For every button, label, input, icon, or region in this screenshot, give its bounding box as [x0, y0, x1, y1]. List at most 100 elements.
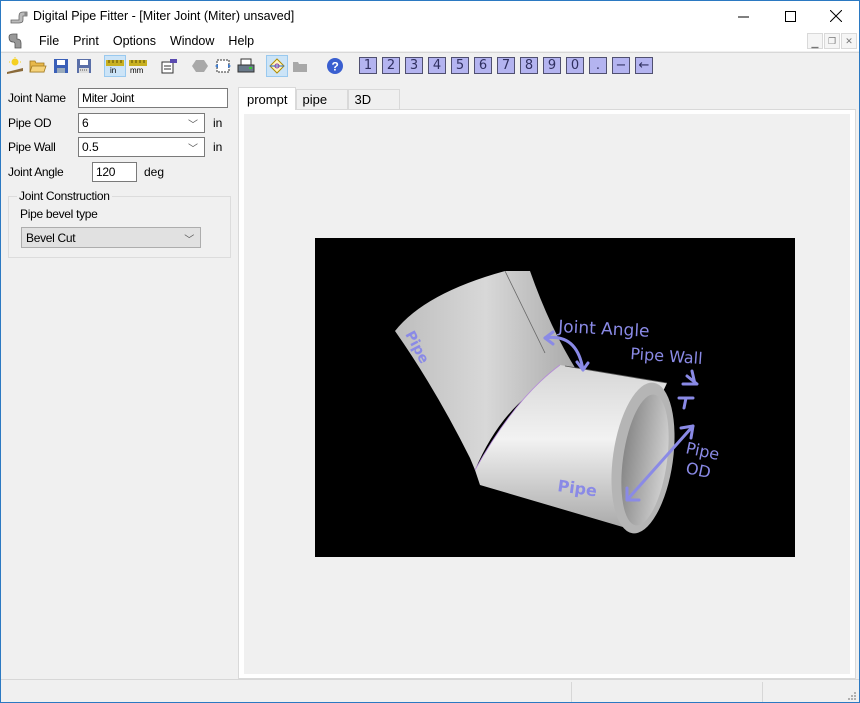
keypad-7-button[interactable]: 7: [497, 57, 515, 74]
status-pane-main: [1, 682, 571, 702]
chevron-down-icon: ﹀: [184, 235, 194, 246]
new-button[interactable]: [4, 55, 26, 77]
tab-prompt[interactable]: prompt: [238, 87, 297, 110]
save-icon: [54, 58, 68, 73]
keypad-2-button[interactable]: 2: [382, 57, 400, 74]
select-region-icon: [215, 59, 231, 72]
select-region-button[interactable]: [212, 55, 234, 77]
help-button[interactable]: ?: [324, 55, 346, 77]
keypad-8-button[interactable]: 8: [520, 57, 538, 74]
window-title: Digital Pipe Fitter - [Miter Joint (Mite…: [33, 9, 295, 23]
joint-view-icon: [269, 57, 285, 74]
status-pane-3: [763, 682, 859, 702]
shape-button: [189, 55, 211, 77]
joint-construction-group: Joint Construction Pipe bevel type Bevel…: [8, 189, 231, 258]
status-pane-2: [572, 682, 762, 702]
pipe-wall-combobox[interactable]: 0.5 ﹀: [78, 137, 205, 157]
mdi-restore-icon: ❐: [827, 35, 837, 46]
joint-angle-text: Joint Angle: [557, 317, 650, 342]
folder-disabled-icon: [293, 61, 307, 72]
pipe-od-value: 6: [82, 116, 89, 130]
keypad-minus-button[interactable]: −: [612, 57, 630, 74]
close-icon: [830, 10, 842, 22]
menu-bar: File Print Options Window Help: [1, 31, 859, 51]
mdi-close-icon: ✕: [845, 35, 853, 46]
joint-view-button[interactable]: [266, 54, 288, 77]
keypad-decimal-button[interactable]: .: [589, 57, 607, 74]
print-icon: [237, 58, 255, 72]
keypad-6-button[interactable]: 6: [474, 57, 492, 74]
joint-name-input[interactable]: Miter Joint: [78, 88, 228, 108]
svg-text:?: ?: [332, 59, 339, 73]
disabled-shape-icon: [192, 59, 208, 72]
print-button[interactable]: [235, 55, 257, 77]
mdi-minimize-icon: ▁: [811, 37, 819, 48]
minimize-icon: [737, 16, 749, 17]
keypad-1-button[interactable]: 1: [359, 57, 377, 74]
open-button[interactable]: [27, 55, 49, 77]
keypad-9-button[interactable]: 9: [543, 57, 561, 74]
joint-angle-label: Joint Angle: [8, 165, 64, 179]
save-as-icon: [77, 58, 91, 73]
svg-text:in: in: [110, 66, 116, 74]
menu-help[interactable]: Help: [221, 34, 261, 48]
resize-grip-icon[interactable]: [847, 691, 857, 701]
inches-units-button[interactable]: in: [104, 54, 126, 77]
tab-pipe[interactable]: pipe: [296, 89, 349, 109]
pipe-wall-text: Pipe Wall: [630, 344, 703, 368]
pipe-wall-value: 0.5: [82, 140, 99, 154]
joint-angle-unit: deg: [144, 165, 165, 179]
pipe-app-icon: [10, 11, 28, 24]
inches-ruler-icon: in: [106, 59, 124, 74]
prompt-canvas: Joint Angle Pipe Wall Pipe OD Pipe Pipe: [244, 114, 850, 674]
save-button[interactable]: [50, 55, 72, 77]
chevron-down-icon: ﹀: [188, 120, 198, 131]
help-icon: ?: [327, 57, 343, 74]
mdi-controls: ▁ ❐ ✕: [807, 33, 857, 49]
maximize-button[interactable]: [767, 1, 813, 31]
svg-text:mm: mm: [130, 66, 144, 74]
app-window: Digital Pipe Fitter - [Miter Joint (Mite…: [0, 0, 860, 703]
mdi-minimize-button[interactable]: ▁: [807, 33, 823, 49]
pipe-wall-unit: in: [213, 140, 223, 154]
millimeters-units-button[interactable]: mm: [127, 55, 149, 77]
new-icon: [7, 56, 23, 74]
keypad-backspace-button[interactable]: ←: [635, 57, 653, 74]
mdi-restore-button[interactable]: ❐: [824, 33, 840, 49]
pipe-wall-arrow-bottom: [677, 396, 695, 410]
prompt-tab-panel: Joint Angle Pipe Wall Pipe OD Pipe Pipe: [238, 109, 856, 679]
pipe-bevel-type-value: Bevel Cut: [26, 231, 76, 245]
pipe-wall-label: Pipe Wall: [8, 140, 56, 154]
save-as-button[interactable]: [73, 55, 95, 77]
minimize-button[interactable]: [720, 1, 766, 31]
properties-button[interactable]: [158, 55, 180, 77]
keypad-3-button[interactable]: 3: [405, 57, 423, 74]
menu-window[interactable]: Window: [163, 34, 221, 48]
pipe-od-unit: in: [213, 116, 223, 130]
pipe-od-combobox[interactable]: 6 ﹀: [78, 113, 205, 133]
menu-print[interactable]: Print: [66, 34, 106, 48]
pipe-bevel-type-dropdown[interactable]: Bevel Cut ﹀: [21, 227, 201, 248]
keypad-5-button[interactable]: 5: [451, 57, 469, 74]
menu-options[interactable]: Options: [106, 34, 163, 48]
document-pipe-icon: [8, 33, 22, 49]
joint-construction-legend: Joint Construction: [17, 189, 112, 203]
pipe-od-row: Pipe OD 6 ﹀ in: [8, 113, 222, 133]
joint-name-row: Joint Name Miter Joint: [8, 88, 228, 108]
properties-icon: [161, 58, 177, 73]
pipe-bevel-type-label: Pipe bevel type: [20, 207, 98, 221]
close-button[interactable]: [813, 1, 859, 31]
keypad-0-button[interactable]: 0: [566, 57, 584, 74]
menu-file[interactable]: File: [32, 34, 66, 48]
joint-properties-panel: Joint Name Miter Joint Pipe OD 6 ﹀ in Pi…: [3, 83, 235, 677]
keypad-4-button[interactable]: 4: [428, 57, 446, 74]
chevron-down-icon: ﹀: [188, 144, 198, 155]
joint-angle-row: Joint Angle 120 deg: [8, 162, 164, 182]
joint-angle-input[interactable]: 120: [92, 162, 137, 182]
title-bar: Digital Pipe Fitter - [Miter Joint (Mite…: [1, 1, 859, 31]
mdi-close-button[interactable]: ✕: [841, 33, 857, 49]
tab-strip: prompt pipe 3D: [238, 87, 401, 110]
toolbar: in mm ? 1 2 3 4 5 6 7 8 9 0 . − ←: [1, 52, 859, 78]
tab-3d[interactable]: 3D: [348, 89, 401, 109]
status-bar: [1, 679, 859, 703]
